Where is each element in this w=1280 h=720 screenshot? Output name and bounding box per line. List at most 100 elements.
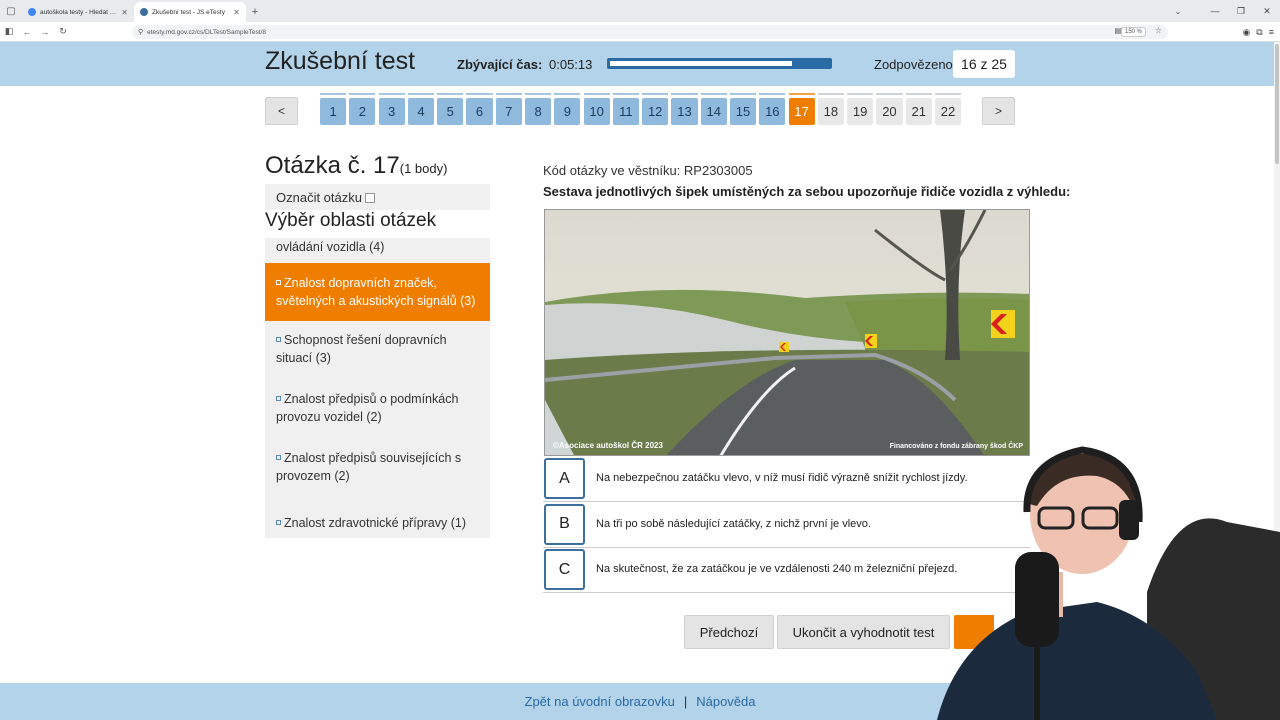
- area-bullet-icon: [276, 396, 281, 401]
- question-nav-9[interactable]: 9: [554, 93, 581, 126]
- question-nav-number: 2: [349, 98, 376, 125]
- question-nav-number: 20: [876, 98, 903, 125]
- mark-question-checkbox[interactable]: [365, 192, 375, 203]
- question-nav-indicator: [320, 93, 347, 95]
- help-link[interactable]: Nápověda: [696, 694, 755, 709]
- question-nav-10[interactable]: 10: [583, 93, 610, 126]
- browser-tab[interactable]: Zkušební test - JS eTesty ✕: [134, 2, 246, 22]
- webcam-overlay: [897, 442, 1280, 720]
- area-label: ovládání vozidla (4): [276, 240, 385, 254]
- extensions-icon[interactable]: ⧉: [1256, 27, 1262, 38]
- area-item[interactable]: Znalost dopravních značek, světelných a a…: [265, 263, 490, 321]
- question-navigator: 1 2 3 4 5 6 7 8 9 10 11 12 13 14 15 16 17 18 19 20 21 22: [320, 93, 962, 126]
- question-nav-20[interactable]: 20: [876, 93, 903, 126]
- question-nav-19[interactable]: 19: [847, 93, 874, 126]
- area-label: Znalost předpisů o podmínkách: [284, 392, 459, 406]
- area-item[interactable]: Znalost zdravotnické přípravy (1): [265, 505, 490, 530]
- close-tab-icon[interactable]: ✕: [233, 8, 240, 17]
- url-text: etesty.md.gov.cz/cs/DLTest/SampleTest/8: [147, 28, 266, 36]
- zoom-indicator[interactable]: 150 %: [1120, 27, 1146, 37]
- question-nav-indicator: [583, 93, 610, 95]
- question-nav-11[interactable]: 11: [612, 93, 639, 126]
- browser-tab[interactable]: autoškola testy - Hledat Goog ✕: [22, 2, 134, 22]
- question-nav-1[interactable]: 1: [320, 93, 347, 126]
- question-nav-number: 19: [847, 98, 874, 125]
- question-nav-indicator: [407, 93, 435, 95]
- scrollbar-thumb[interactable]: [1275, 44, 1279, 164]
- toolbar-icons: ◉ ⧉ ≡: [1242, 22, 1274, 42]
- area-item[interactable]: Znalost předpisů o podmínkách provozu voz…: [265, 381, 490, 439]
- answer-letter[interactable]: B: [544, 503, 585, 545]
- question-nav-3[interactable]: 3: [378, 93, 405, 126]
- home-link[interactable]: Zpět na úvodní obrazovku: [525, 694, 675, 709]
- question-nav-indicator: [378, 93, 405, 95]
- question-nav-12[interactable]: 12: [642, 93, 669, 126]
- question-nav-number: 22: [934, 98, 962, 125]
- question-nav-number: 17: [788, 98, 815, 125]
- question-nav-8[interactable]: 8: [524, 93, 552, 126]
- question-nav-5[interactable]: 5: [437, 93, 464, 126]
- sidebar-icon[interactable]: ◧: [0, 22, 18, 42]
- question-nav-2[interactable]: 2: [349, 93, 376, 126]
- question-nav-number: 4: [407, 98, 435, 125]
- answer-letter[interactable]: A: [544, 458, 585, 499]
- previous-question-button[interactable]: Předchozí: [684, 615, 774, 649]
- next-page-button[interactable]: >: [982, 97, 1015, 125]
- question-nav-15[interactable]: 15: [729, 93, 757, 126]
- area-label: světelných a akustických signálů (3): [276, 294, 476, 308]
- address-toolbar: ◧ ← → ↻ ⚲ etesty.md.gov.cz/cs/DLTest/Sam…: [0, 22, 1280, 42]
- question-nav-number: 21: [905, 98, 932, 125]
- close-window-button[interactable]: ✕: [1254, 0, 1280, 22]
- question-nav-indicator: [700, 93, 727, 95]
- menu-icon[interactable]: ≡: [1269, 27, 1274, 37]
- back-button[interactable]: ←: [18, 22, 36, 42]
- question-nav-14[interactable]: 14: [700, 93, 727, 126]
- question-nav-indicator: [349, 93, 376, 95]
- question-nav-indicator: [759, 93, 786, 95]
- question-nav-16[interactable]: 16: [759, 93, 786, 126]
- area-item[interactable]: Znalost předpisů souvisejících s provozem…: [265, 440, 490, 498]
- question-nav-number: 7: [495, 98, 522, 125]
- tab-list-dropdown-icon[interactable]: ⌄: [1168, 0, 1188, 22]
- window-controls: — ❐ ✕: [1202, 0, 1280, 22]
- question-nav-17[interactable]: 17: [788, 93, 815, 126]
- area-label: Znalost předpisů souvisejících s: [284, 451, 462, 465]
- area-label: Znalost zdravotnické přípravy (1): [284, 516, 467, 530]
- area-item[interactable]: Schopnost řešení dopravních situací (3): [265, 322, 490, 380]
- minimize-button[interactable]: —: [1202, 0, 1228, 22]
- prev-page-button[interactable]: <: [265, 97, 298, 125]
- close-tab-icon[interactable]: ✕: [121, 8, 128, 17]
- area-item[interactable]: ovládání vozidla (4): [265, 238, 490, 256]
- question-nav-number: 9: [554, 98, 581, 125]
- address-bar[interactable]: ⚲ etesty.md.gov.cz/cs/DLTest/SampleTest/…: [132, 25, 1168, 39]
- area-bullet-icon: [276, 455, 281, 460]
- question-nav-22[interactable]: 22: [934, 93, 962, 126]
- mark-question[interactable]: Označit otázku: [265, 184, 490, 210]
- question-nav-indicator: [524, 93, 552, 95]
- question-nav-number: 8: [524, 98, 552, 125]
- question-nav-4[interactable]: 4: [407, 93, 435, 126]
- reload-button[interactable]: ↻: [54, 22, 72, 42]
- forward-button[interactable]: →: [36, 22, 54, 42]
- area-bullet-icon: [276, 520, 281, 525]
- answer-letter[interactable]: C: [544, 549, 585, 590]
- tab-actions-icon[interactable]: ▢: [0, 0, 22, 22]
- bookmark-star-icon[interactable]: ☆: [1155, 26, 1162, 35]
- question-nav-13[interactable]: 13: [671, 93, 698, 126]
- maximize-button[interactable]: ❐: [1228, 0, 1254, 22]
- question-nav-21[interactable]: 21: [905, 93, 932, 126]
- account-icon[interactable]: ◉: [1242, 27, 1250, 38]
- question-nav-number: 15: [729, 98, 757, 125]
- question-nav-indicator: [876, 93, 903, 95]
- site-info-icon[interactable]: ⚲: [138, 28, 143, 36]
- new-tab-button[interactable]: +: [246, 2, 264, 22]
- area-label: situací (3): [276, 351, 331, 365]
- answered-label: Zodpovězeno: [874, 57, 953, 72]
- question-nav-indicator: [495, 93, 522, 95]
- question-nav-6[interactable]: 6: [466, 93, 493, 126]
- tab-title: autoškola testy - Hledat Goog: [40, 8, 118, 16]
- question-nav-7[interactable]: 7: [495, 93, 522, 126]
- question-nav-number: 11: [612, 98, 639, 125]
- question-nav-indicator: [934, 93, 962, 95]
- question-nav-18[interactable]: 18: [817, 93, 844, 126]
